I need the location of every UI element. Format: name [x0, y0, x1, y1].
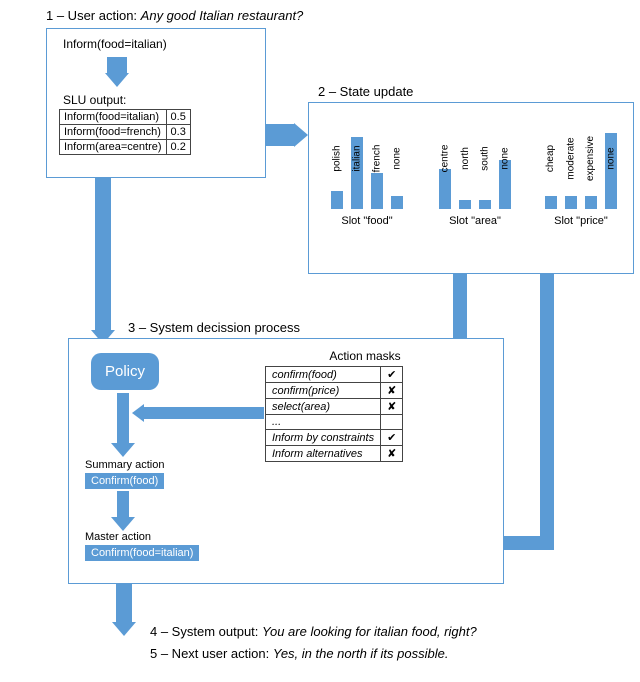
table-row: Inform alternatives✘ — [266, 446, 403, 462]
arrow-masks-to-policy — [144, 407, 264, 419]
bar — [439, 169, 451, 210]
chart-title: Slot "price" — [531, 215, 631, 227]
bars: polish italian french none — [317, 119, 417, 209]
bar — [351, 137, 363, 209]
panel-step1: Inform(food=italian) SLU output: Inform(… — [46, 28, 266, 178]
table-row: select(area)✘ — [266, 399, 403, 415]
masks-block: Action masks confirm(food)✔ confirm(pric… — [265, 349, 465, 462]
table-row: Inform(area=centre)0.2 — [60, 140, 191, 155]
step1-num: 1 – User action: — [46, 8, 137, 23]
bar — [459, 200, 471, 209]
bar — [479, 200, 491, 209]
bar — [331, 191, 343, 209]
table-row: confirm(food)✔ — [266, 367, 403, 383]
masks-table: confirm(food)✔ confirm(price)✘ select(ar… — [265, 366, 403, 462]
step4-label: 4 – System output: You are looking for i… — [150, 624, 477, 639]
arrow-masks-to-policy-head — [132, 404, 144, 422]
masks-title: Action masks — [265, 349, 465, 363]
summary-value: Confirm(food) — [85, 473, 164, 489]
table-row: confirm(price)✘ — [266, 383, 403, 399]
arrow-summary-to-master-head — [111, 517, 135, 531]
panel-step2: polish italian french none Slot "food" c… — [308, 102, 634, 274]
summary-label: Summary action — [85, 459, 164, 471]
arrow-step1-to-step2-head — [294, 123, 308, 147]
arrow-step1-to-step2 — [266, 124, 294, 146]
policy-node: Policy — [91, 353, 159, 390]
step5-label: 5 – Next user action: Yes, in the north … — [150, 646, 448, 661]
step4-num: 4 – System output: — [150, 624, 258, 639]
arrow-summary-to-master — [117, 491, 129, 517]
bar — [545, 196, 557, 210]
arrow-step3-to-output — [116, 584, 132, 622]
step1-label: 1 – User action: Any good Italian restau… — [46, 8, 303, 23]
step5-utterance: Yes, in the north if its possible. — [273, 646, 449, 661]
chart-area: centre north south none Slot "area" — [427, 119, 523, 227]
arrow-step2-to-master-v — [540, 274, 554, 550]
table-row: Inform(food=italian)0.5 — [60, 110, 191, 125]
step1-utterance: Any good Italian restaurant? — [141, 8, 304, 23]
bars: cheap moderate expensive none — [531, 119, 631, 209]
arrow-inform-to-slu — [107, 57, 127, 73]
chart-food: polish italian french none Slot "food" — [317, 119, 417, 227]
step3-label: 3 – System decission process — [128, 320, 300, 335]
chart-price: cheap moderate expensive none Slot "pric… — [531, 119, 631, 227]
inform-label: Inform(food=italian) — [63, 37, 167, 51]
step2-label: 2 – State update — [318, 84, 413, 99]
arrow-step3-to-output-head — [112, 622, 136, 636]
step4-utterance: You are looking for italian food, right? — [262, 624, 477, 639]
bars: centre north south none — [427, 119, 523, 209]
chart-title: Slot "area" — [427, 215, 523, 227]
bar — [565, 196, 577, 210]
table-row: ... — [266, 415, 403, 430]
bar — [605, 133, 617, 210]
master-label: Master action — [85, 531, 151, 543]
arrow-policy-to-summary-head — [111, 443, 135, 457]
arrow-policy-to-summary — [117, 393, 129, 443]
table-row: Inform by constraints✔ — [266, 430, 403, 446]
step5-num: 5 – Next user action: — [150, 646, 269, 661]
slu-table: Inform(food=italian)0.5 Inform(food=fren… — [59, 109, 191, 155]
master-value: Confirm(food=italian) — [85, 545, 199, 561]
chart-title: Slot "food" — [317, 215, 417, 227]
bar — [499, 160, 511, 210]
table-row: Inform(food=french)0.3 — [60, 125, 191, 140]
bar — [371, 173, 383, 209]
panel-step3: Policy Action masks confirm(food)✔ confi… — [68, 338, 504, 584]
arrow-step1-to-step3-v — [95, 178, 111, 330]
bar — [585, 196, 597, 210]
arrow-inform-to-slu-head — [105, 73, 129, 87]
slu-title: SLU output: — [63, 93, 126, 107]
bar — [391, 196, 403, 210]
